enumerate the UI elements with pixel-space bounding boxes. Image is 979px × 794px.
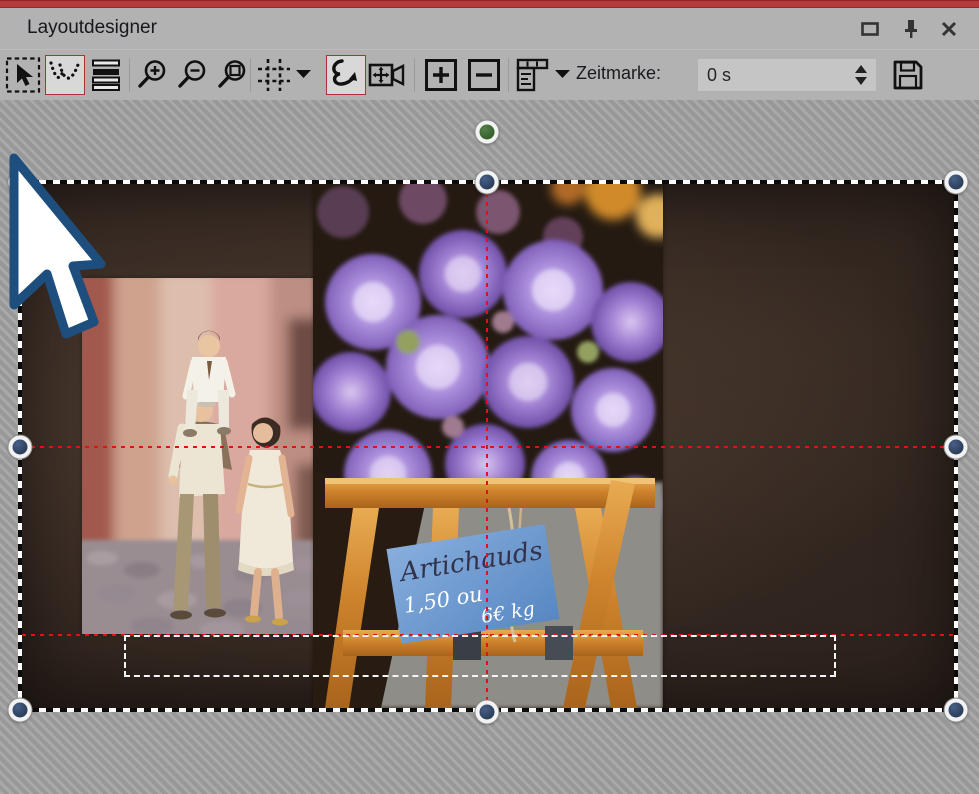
pin-icon: [902, 19, 920, 39]
zoom-in-icon: [136, 58, 170, 92]
close-icon: [941, 21, 957, 37]
zoom-out-icon: [176, 58, 210, 92]
remove-button[interactable]: [464, 55, 504, 95]
rotate-handle[interactable]: [476, 121, 499, 144]
handle-bottom-right[interactable]: [945, 699, 968, 722]
zoom-fit-icon: [216, 58, 250, 92]
titlebar[interactable]: Layoutdesigner: [0, 8, 979, 49]
handle-middle-left[interactable]: [9, 436, 32, 459]
handle-middle-right[interactable]: [945, 436, 968, 459]
zeitmarke-spinner: [850, 61, 872, 89]
canvas-viewport[interactable]: Artichauds 1,50 ou 6€ kg: [0, 100, 979, 794]
motion-path-button[interactable]: [326, 55, 366, 95]
zoom-in-button[interactable]: [133, 55, 173, 95]
restore-button[interactable]: [857, 17, 883, 41]
close-button[interactable]: [936, 17, 962, 41]
object-list-icon: [514, 57, 550, 93]
marquee-arrow-icon: [5, 56, 42, 94]
restore-icon: [861, 22, 879, 36]
grid-icon: [256, 57, 292, 93]
pin-button[interactable]: [898, 17, 924, 41]
grid-button[interactable]: [254, 55, 294, 95]
point-select-button[interactable]: [45, 55, 85, 95]
object-list-dropdown-arrow[interactable]: [553, 55, 571, 95]
toolbar-separator: [414, 58, 415, 92]
spinner-down-icon[interactable]: [855, 77, 867, 85]
handle-top-center[interactable]: [476, 171, 499, 194]
zoom-out-button[interactable]: [173, 55, 213, 95]
camera-pan-icon: [368, 60, 406, 90]
text-placeholder[interactable]: [124, 635, 836, 677]
dotted-curve-icon: [47, 57, 83, 93]
zeitmarke-label: Zeitmarke:: [576, 63, 661, 84]
zoom-fit-button[interactable]: [213, 55, 253, 95]
photo-family[interactable]: [82, 278, 330, 634]
marquee-select-button[interactable]: [3, 55, 43, 95]
grid-dropdown-arrow[interactable]: [294, 55, 312, 95]
guide-horizontal-center: [22, 446, 954, 448]
spinner-up-icon[interactable]: [855, 65, 867, 73]
toolbar: Zeitmarke:: [0, 49, 979, 100]
save-icon: [891, 58, 925, 92]
plus-icon: [424, 58, 458, 92]
photo-artichokes[interactable]: Artichauds 1,50 ou 6€ kg: [313, 182, 663, 708]
add-button[interactable]: [421, 55, 461, 95]
handle-top-right[interactable]: [945, 171, 968, 194]
handle-bottom-center[interactable]: [476, 701, 499, 724]
chevron-down-icon: [296, 66, 311, 84]
layers-icon: [90, 58, 122, 92]
minus-icon: [467, 58, 501, 92]
layers-button[interactable]: [86, 55, 126, 95]
window-accent-bar: [0, 0, 979, 8]
object-list-button[interactable]: [512, 55, 552, 95]
toolbar-separator: [129, 58, 130, 92]
save-button[interactable]: [888, 55, 928, 95]
chevron-down-icon: [555, 66, 570, 84]
camera-pan-button[interactable]: [367, 55, 407, 95]
handle-bottom-left[interactable]: [9, 699, 32, 722]
handle-top-left[interactable]: [9, 171, 32, 194]
toolbar-separator: [250, 58, 251, 92]
motion-path-icon: [328, 57, 364, 93]
toolbar-separator: [508, 58, 509, 92]
layoutdesigner-window: Layoutdesigner: [0, 0, 979, 794]
window-title: Layoutdesigner: [27, 17, 157, 39]
